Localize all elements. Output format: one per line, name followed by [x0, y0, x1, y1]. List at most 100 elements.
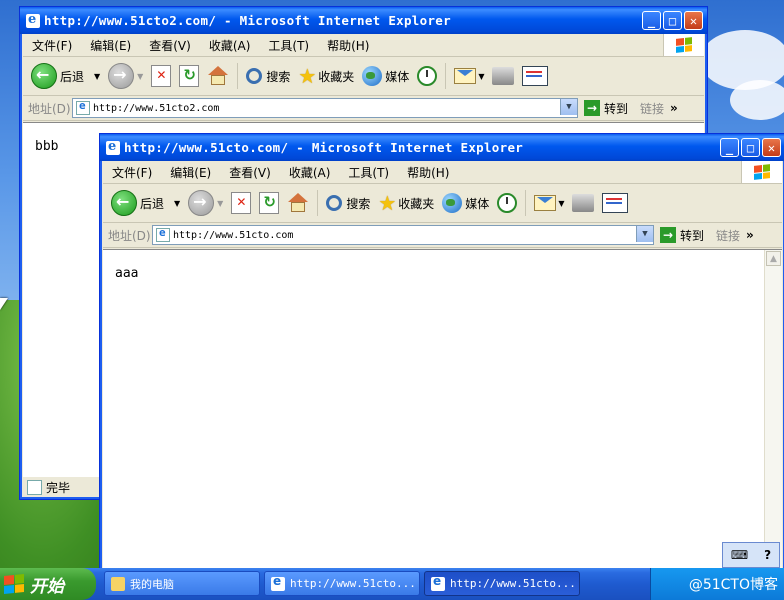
mail-button[interactable]: ▼ [534, 195, 564, 211]
forward-button[interactable]: ▼ [188, 190, 223, 216]
history-icon [417, 66, 438, 86]
refresh-button[interactable] [179, 65, 200, 87]
menu-view[interactable]: 查看(V) [229, 164, 271, 181]
ie-icon [106, 139, 120, 155]
title-bar[interactable]: http://www.51cto.com/ - Microsoft Intern… [100, 134, 784, 161]
mouse-cursor-icon [0, 298, 8, 310]
address-dropdown-icon[interactable]: ▼ [636, 226, 653, 242]
menu-file[interactable]: 文件(F) [112, 164, 152, 181]
minimize-button[interactable]: _ [642, 11, 661, 30]
star-icon: ★ [298, 64, 317, 88]
page-icon [156, 226, 170, 242]
menu-edit[interactable]: 编辑(E) [170, 164, 211, 181]
menu-favorites[interactable]: 收藏(A) [209, 37, 251, 54]
taskbar-item-ie-1[interactable]: http://www.51cto... [264, 571, 420, 596]
tray-text: @51CTO博客 [688, 577, 778, 593]
scroll-up-icon[interactable]: ▲ [766, 251, 781, 266]
address-input[interactable]: http://www.51cto.com ▼ [152, 225, 654, 245]
window-title: http://www.51cto.com/ - Microsoft Intern… [124, 140, 524, 155]
edit-icon [602, 193, 629, 213]
back-button[interactable]: 后退▼ [31, 63, 100, 89]
menu-bar: 文件(F) 编辑(E) 查看(V) 收藏(A) 工具(T) 帮助(H) [23, 34, 704, 57]
menu-help[interactable]: 帮助(H) [327, 37, 369, 54]
printer-icon [492, 67, 515, 85]
ie-icon [431, 574, 445, 591]
system-tray: @51CTO博客 [650, 568, 784, 600]
media-icon [442, 193, 463, 213]
start-button[interactable]: 开始 [0, 568, 96, 600]
status-page-icon [27, 479, 42, 495]
maximize-button[interactable]: □ [741, 138, 760, 157]
print-button[interactable] [492, 67, 515, 85]
go-arrow-icon: → [660, 227, 676, 243]
edit-button[interactable] [602, 193, 629, 213]
edit-icon [522, 66, 549, 86]
printer-icon [572, 194, 595, 212]
media-icon [362, 66, 383, 86]
close-button[interactable]: ✕ [684, 11, 703, 30]
menu-file[interactable]: 文件(F) [32, 37, 72, 54]
history-button[interactable] [417, 66, 438, 86]
address-bar: 地址(D) http://www.51cto.com ▼ →转到 链接 » [103, 223, 782, 248]
help-icon[interactable]: ? [764, 548, 771, 562]
back-button[interactable]: 后退▼ [111, 190, 180, 216]
toolbar: 后退▼ ▼ 搜索 ★收藏夹 媒体 ▼ [103, 184, 782, 223]
favorites-button[interactable]: ★ 收藏夹 [378, 191, 434, 215]
address-bar: 地址(D) http://www.51cto2.com ▼ →转到 链接 » [23, 96, 704, 121]
windows-flag-icon [4, 573, 24, 595]
menu-view[interactable]: 查看(V) [149, 37, 191, 54]
stop-icon [231, 192, 252, 214]
stop-button[interactable] [151, 65, 172, 87]
taskbar: 开始 我的电脑 http://www.51cto... http://www.5… [0, 568, 784, 600]
ie-icon [271, 574, 285, 591]
menu-edit[interactable]: 编辑(E) [90, 37, 131, 54]
favorites-button[interactable]: ★ 收藏夹 [298, 64, 354, 88]
home-button[interactable] [287, 193, 309, 213]
edit-button[interactable] [522, 66, 549, 86]
menu-tools[interactable]: 工具(T) [348, 164, 389, 181]
mail-icon [454, 68, 477, 84]
go-button[interactable]: → 转到 [660, 227, 704, 244]
media-button[interactable]: 媒体 [442, 193, 489, 213]
menu-bar: 文件(F) 编辑(E) 查看(V) 收藏(A) 工具(T) 帮助(H) [103, 161, 782, 184]
taskbar-item-my-computer[interactable]: 我的电脑 [104, 571, 260, 596]
ie-window-front[interactable]: http://www.51cto.com/ - Microsoft Intern… [99, 133, 784, 575]
forward-button[interactable]: ▼ [108, 63, 143, 89]
menu-tools[interactable]: 工具(T) [268, 37, 309, 54]
history-button[interactable] [497, 193, 518, 213]
go-arrow-icon: → [584, 100, 600, 116]
vertical-scrollbar[interactable]: ▲ [764, 250, 782, 572]
address-label: 地址(D) [108, 228, 151, 243]
forward-arrow-icon [188, 190, 215, 216]
forward-arrow-icon [108, 63, 135, 89]
menu-favorites[interactable]: 收藏(A) [289, 164, 331, 181]
search-button[interactable]: 搜索 [326, 195, 370, 212]
taskbar-item-ie-2[interactable]: http://www.51cto... [424, 571, 580, 596]
desktop-cloud [730, 80, 784, 120]
minimize-button[interactable]: _ [720, 138, 739, 157]
page-content: aaa ▲ [103, 249, 782, 572]
stop-icon [151, 65, 172, 87]
stop-button[interactable] [231, 192, 252, 214]
address-dropdown-icon[interactable]: ▼ [560, 99, 577, 115]
refresh-icon [179, 65, 200, 87]
language-bar[interactable]: ⌨ ? [722, 542, 780, 568]
address-label: 地址(D) [28, 101, 71, 116]
status-text: 完毕 [46, 480, 71, 495]
close-button[interactable]: ✕ [762, 138, 781, 157]
go-button[interactable]: → 转到 [584, 100, 628, 117]
home-button[interactable] [207, 66, 229, 86]
refresh-button[interactable] [259, 192, 280, 214]
keyboard-icon[interactable]: ⌨ [731, 548, 748, 562]
media-button[interactable]: 媒体 [362, 66, 409, 86]
mail-button[interactable]: ▼ [454, 68, 484, 84]
address-input[interactable]: http://www.51cto2.com ▼ [72, 98, 578, 118]
links-button[interactable]: 链接 [640, 100, 664, 117]
windows-logo-icon [663, 34, 704, 56]
title-bar[interactable]: http://www.51cto2.com/ - Microsoft Inter… [20, 7, 707, 34]
menu-help[interactable]: 帮助(H) [407, 164, 449, 181]
print-button[interactable] [572, 194, 595, 212]
links-button[interactable]: 链接 [716, 227, 740, 244]
maximize-button[interactable]: □ [663, 11, 682, 30]
search-button[interactable]: 搜索 [246, 68, 290, 85]
